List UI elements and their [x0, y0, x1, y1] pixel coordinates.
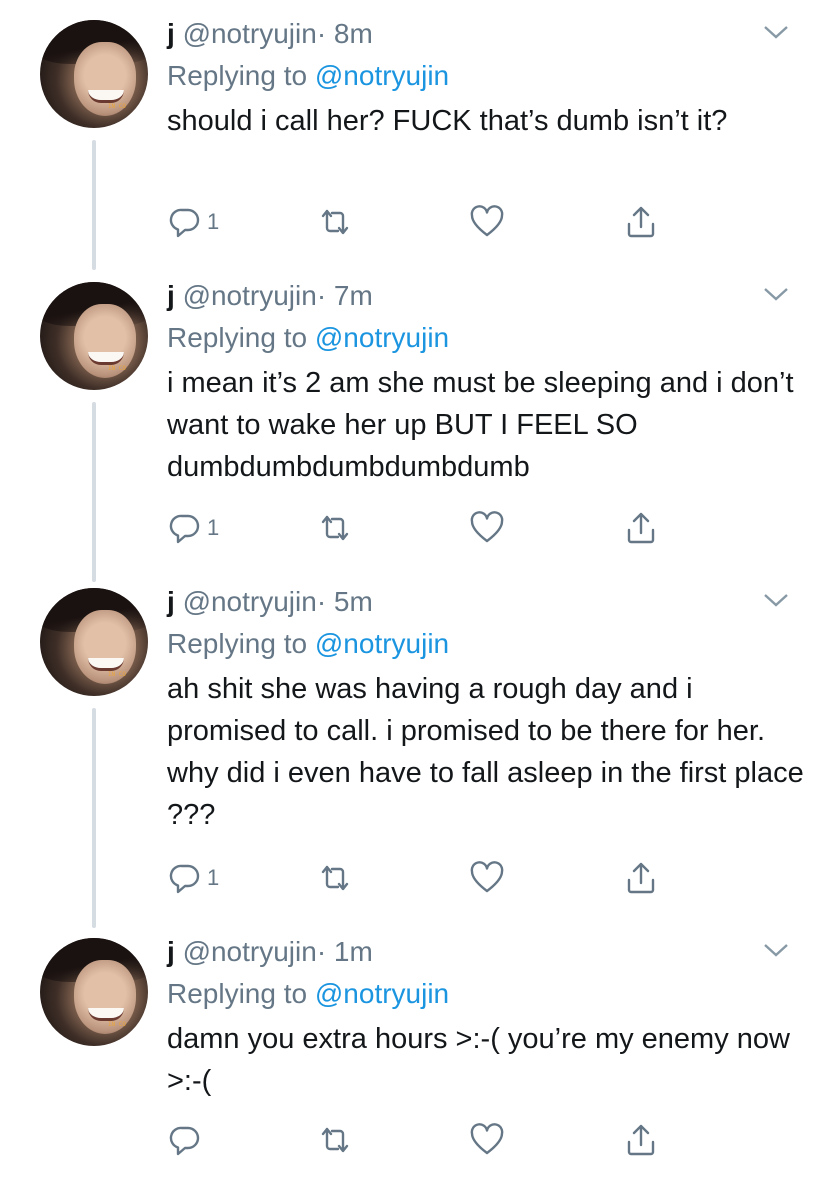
retweet-icon — [321, 209, 349, 235]
like-button[interactable] — [469, 858, 505, 898]
replying-prefix: Replying to — [167, 628, 308, 659]
tweet-header: j @notryujin· 8m — [167, 16, 373, 52]
reply-icon — [169, 864, 200, 894]
tweet-text: damn you extra hours >:-( you’re my enem… — [167, 1023, 790, 1097]
retweet-button[interactable] — [317, 1120, 353, 1160]
like-button[interactable] — [469, 508, 505, 548]
chevron-down-icon[interactable] — [762, 940, 790, 960]
heart-icon — [470, 861, 504, 893]
replying-handle-link[interactable]: @notryujin — [315, 322, 449, 353]
tweet[interactable]: IN CO j @notryujin· 7m Replying to @notr… — [0, 262, 828, 582]
display-name[interactable]: j — [167, 18, 175, 49]
avatar[interactable]: IN CO — [40, 938, 148, 1046]
reply-icon — [169, 1126, 200, 1156]
chevron-down-icon[interactable] — [762, 590, 790, 610]
chevron-down-icon[interactable] — [762, 284, 790, 304]
replying-prefix: Replying to — [167, 322, 308, 353]
share-icon — [627, 206, 655, 238]
tweet-actions: 1 — [167, 202, 687, 242]
share-button[interactable] — [623, 508, 659, 548]
replying-handle-link[interactable]: @notryujin — [315, 628, 449, 659]
reply-count: 1 — [207, 865, 220, 890]
display-name[interactable]: j — [167, 280, 175, 311]
heart-icon — [470, 205, 504, 237]
reply-button[interactable] — [167, 1120, 207, 1160]
reply-button[interactable]: 1 — [167, 202, 219, 242]
retweet-icon — [321, 515, 349, 541]
share-icon — [627, 862, 655, 894]
chevron-down-icon[interactable] — [762, 22, 790, 42]
tweet-text: ah shit she was having a rough day and i… — [167, 673, 804, 831]
tweet-actions: 1 — [167, 858, 687, 898]
reply-count: 1 — [207, 209, 220, 234]
avatar[interactable]: IN CO — [40, 282, 148, 390]
retweet-button[interactable] — [317, 858, 353, 898]
tweet[interactable]: IN CO j @notryujin· 1m Replying to @notr… — [0, 918, 828, 1178]
tweet-header: j @notryujin· 7m — [167, 278, 373, 314]
replying-prefix: Replying to — [167, 978, 308, 1009]
thread-line — [92, 402, 96, 582]
retweet-button[interactable] — [317, 202, 353, 242]
reply-count: 1 — [207, 515, 220, 540]
tweet-header: j @notryujin· 1m — [167, 934, 373, 970]
username[interactable]: @notryujin — [183, 18, 317, 49]
replying-to: Replying to @notryujin — [167, 320, 449, 356]
tweet-header: j @notryujin· 5m — [167, 584, 373, 620]
timestamp[interactable]: · 7m — [317, 280, 373, 311]
display-name[interactable]: j — [167, 936, 175, 967]
heart-icon — [470, 511, 504, 543]
retweet-icon — [321, 1127, 349, 1153]
thread-line — [92, 708, 96, 928]
avatar[interactable]: IN CO — [40, 20, 148, 128]
share-button[interactable] — [623, 858, 659, 898]
like-button[interactable] — [469, 202, 505, 242]
username[interactable]: @notryujin — [183, 586, 317, 617]
replying-to: Replying to @notryujin — [167, 976, 449, 1012]
timestamp[interactable]: · 8m — [317, 18, 373, 49]
tweet-text: i mean it’s 2 am she must be sleeping an… — [167, 367, 794, 483]
replying-to: Replying to @notryujin — [167, 58, 449, 94]
like-button[interactable] — [469, 1120, 505, 1160]
retweet-button[interactable] — [317, 508, 353, 548]
share-button[interactable] — [623, 1120, 659, 1160]
timestamp[interactable]: · 5m — [317, 586, 373, 617]
replying-handle-link[interactable]: @notryujin — [315, 978, 449, 1009]
tweet[interactable]: IN CO j @notryujin· 5m Replying to @notr… — [0, 568, 828, 928]
timestamp[interactable]: · 1m — [317, 936, 373, 967]
share-button[interactable] — [623, 202, 659, 242]
username[interactable]: @notryujin — [183, 280, 317, 311]
share-icon — [627, 1124, 655, 1156]
heart-icon — [470, 1123, 504, 1155]
replying-handle-link[interactable]: @notryujin — [315, 60, 449, 91]
reply-button[interactable]: 1 — [167, 508, 219, 548]
thread-line — [92, 140, 96, 270]
tweet-thread: IN CO j @notryujin· 8m Replying to @notr… — [0, 0, 828, 1178]
display-name[interactable]: j — [167, 586, 175, 617]
replying-prefix: Replying to — [167, 60, 308, 91]
reply-icon — [169, 208, 200, 238]
share-icon — [627, 512, 655, 544]
tweet-actions: 1 — [167, 508, 687, 548]
reply-icon — [169, 514, 200, 544]
replying-to: Replying to @notryujin — [167, 626, 449, 662]
username[interactable]: @notryujin — [183, 936, 317, 967]
avatar[interactable]: IN CO — [40, 588, 148, 696]
retweet-icon — [321, 865, 349, 891]
tweet[interactable]: IN CO j @notryujin· 8m Replying to @notr… — [0, 0, 828, 270]
reply-button[interactable]: 1 — [167, 858, 219, 898]
tweet-text: should i call her? FUCK that’s dumb isn’… — [167, 105, 728, 137]
tweet-actions — [167, 1120, 687, 1160]
